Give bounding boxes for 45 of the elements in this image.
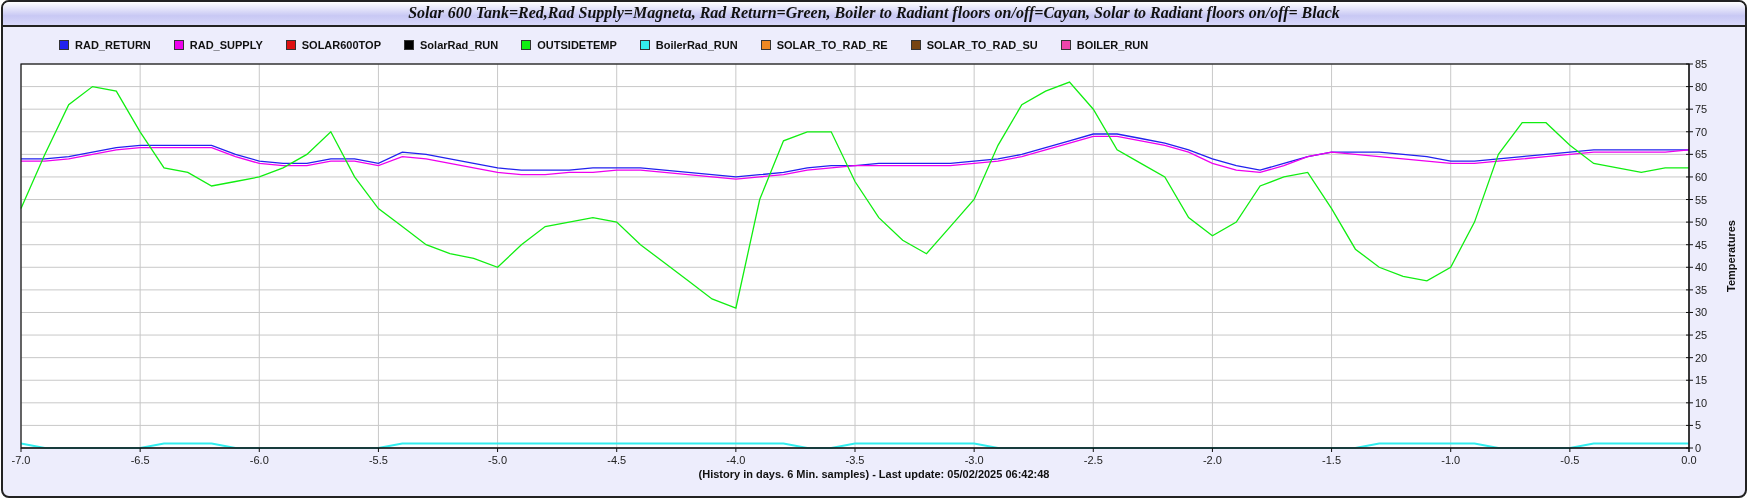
tick-label: -6.5 xyxy=(130,454,150,466)
legend-label: BoilerRad_RUN xyxy=(655,39,738,51)
axis-title: (History in days. 6 Min. samples) - Last update: 05/02/2025 06:42:48 xyxy=(698,468,1050,480)
tick-label: -5.5 xyxy=(368,454,388,466)
legend-label: BOILER_RUN xyxy=(1076,39,1149,51)
tick-label: 5 xyxy=(1695,419,1702,432)
tick-label: 15 xyxy=(1695,374,1708,387)
tick-label: -7.0 xyxy=(11,454,31,466)
tick-label: 10 xyxy=(1695,396,1708,409)
tick-label: 0.0 xyxy=(1681,454,1697,466)
tick-label: 20 xyxy=(1695,351,1708,364)
tick-label: 25 xyxy=(1695,329,1708,342)
tick-label: -2.0 xyxy=(1202,454,1222,466)
tick-label: 75 xyxy=(1695,103,1708,116)
legend-label: RAD_SUPPLY xyxy=(189,39,263,51)
tick-label: 65 xyxy=(1695,148,1708,161)
tick-label: -5.0 xyxy=(488,454,508,466)
tick-label: -6.0 xyxy=(249,454,269,466)
tick-label: 0 xyxy=(1695,442,1702,454)
tick-label: 45 xyxy=(1695,238,1708,251)
tick-label: -4.5 xyxy=(607,454,627,466)
tick-label: 70 xyxy=(1695,125,1708,138)
tick-label: 85 xyxy=(1695,58,1708,70)
tick-label: 30 xyxy=(1695,306,1708,319)
tick-label: 50 xyxy=(1695,216,1708,229)
tick-label: -1.0 xyxy=(1441,454,1461,466)
axis-title: Temperatures xyxy=(1725,220,1737,292)
legend-label: SolarRad_RUN xyxy=(420,39,499,51)
legend-label: RAD_RETURN xyxy=(75,39,151,51)
legend-label: SOLAR_TO_RAD_RE xyxy=(776,39,888,51)
legend-label: SOLAR_TO_RAD_SU xyxy=(926,39,1038,51)
legend-label: OUTSIDETEMP xyxy=(537,39,617,51)
tick-label: -0.5 xyxy=(1560,454,1580,466)
tick-label: 60 xyxy=(1695,170,1708,183)
tick-label: -3.5 xyxy=(845,454,865,466)
tick-label: -3.0 xyxy=(964,454,984,466)
tick-label: 35 xyxy=(1695,283,1708,296)
tick-label: 40 xyxy=(1695,261,1708,274)
tick-label: -1.5 xyxy=(1322,454,1342,466)
tick-label: -4.0 xyxy=(726,454,746,466)
legend-label: SOLAR600TOP xyxy=(301,39,381,51)
tick-label: 55 xyxy=(1695,193,1708,206)
chart-title: Solar 600 Tank=Red,Rad Supply=Magneta, Rad Return=Green, Boiler to Radiant floors on/off=Cayan, Solar to Radiant floors on/off= Black xyxy=(3,2,1745,27)
tick-label: -2.5 xyxy=(1083,454,1103,466)
tick-label: 80 xyxy=(1695,80,1708,93)
